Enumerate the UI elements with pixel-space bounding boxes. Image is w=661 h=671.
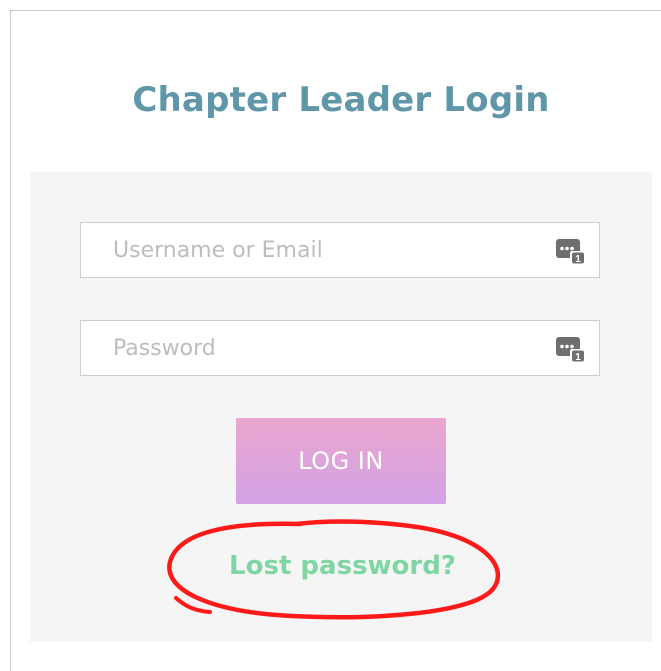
username-field: 1 [80,222,600,278]
password-manager-icon[interactable]: 1 [555,334,587,364]
lost-password-link[interactable]: Lost password? [0,551,661,581]
username-input[interactable] [81,223,541,277]
svg-text:1: 1 [575,352,581,363]
password-field: 1 [80,320,600,376]
page-title: Chapter Leader Login [132,80,550,120]
password-input[interactable] [81,321,541,375]
password-manager-icon[interactable]: 1 [555,236,587,266]
svg-text:1: 1 [575,254,581,265]
login-button[interactable]: LOG IN [236,418,446,504]
